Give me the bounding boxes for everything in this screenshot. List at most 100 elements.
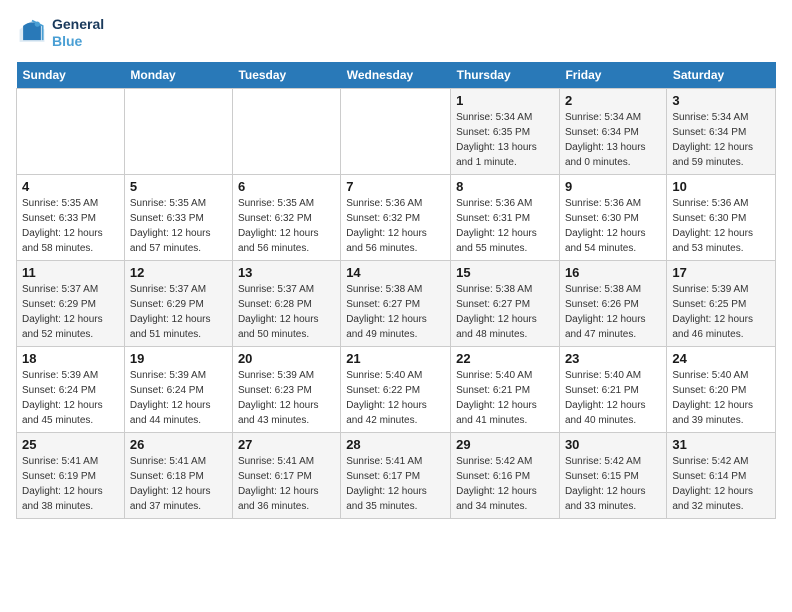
calendar-cell: 12 Sunrise: 5:37 AM Sunset: 6:29 PM Dayli… <box>124 260 232 346</box>
day-number: 26 <box>130 437 227 452</box>
calendar-cell: 11 Sunrise: 5:37 AM Sunset: 6:29 PM Dayli… <box>17 260 125 346</box>
day-number: 23 <box>565 351 661 366</box>
calendar-week-4: 18 Sunrise: 5:39 AM Sunset: 6:24 PM Dayli… <box>17 346 776 432</box>
calendar-cell: 3 Sunrise: 5:34 AM Sunset: 6:34 PM Daylig… <box>667 88 776 174</box>
calendar-cell: 31 Sunrise: 5:42 AM Sunset: 6:14 PM Dayli… <box>667 432 776 518</box>
calendar-cell <box>124 88 232 174</box>
calendar-cell: 21 Sunrise: 5:40 AM Sunset: 6:22 PM Dayli… <box>341 346 451 432</box>
day-number: 19 <box>130 351 227 366</box>
day-info: Sunrise: 5:41 AM Sunset: 6:18 PM Dayligh… <box>130 454 227 514</box>
day-info: Sunrise: 5:42 AM Sunset: 6:16 PM Dayligh… <box>456 454 554 514</box>
calendar-cell: 5Sunrise: 5:35 AM Sunset: 6:33 PM Daylig… <box>124 174 232 260</box>
day-number: 16 <box>565 265 661 280</box>
day-number: 11 <box>22 265 119 280</box>
calendar-cell: 22 Sunrise: 5:40 AM Sunset: 6:21 PM Dayli… <box>451 346 560 432</box>
day-info: Sunrise: 5:42 AM Sunset: 6:15 PM Dayligh… <box>565 454 661 514</box>
day-info: Sunrise: 5:39 AM Sunset: 6:24 PM Dayligh… <box>22 368 119 428</box>
day-header-thursday: Thursday <box>451 62 560 89</box>
calendar-cell: 23 Sunrise: 5:40 AM Sunset: 6:21 PM Dayli… <box>559 346 666 432</box>
day-number: 10 <box>672 179 770 194</box>
calendar-cell: 2Sunrise: 5:34 AM Sunset: 6:34 PM Daylig… <box>559 88 666 174</box>
calendar-cell <box>341 88 451 174</box>
calendar-week-1: 1 Sunrise: 5:34 AM Sunset: 6:35 PM Daylig… <box>17 88 776 174</box>
day-header-monday: Monday <box>124 62 232 89</box>
calendar-cell: 27 Sunrise: 5:41 AM Sunset: 6:17 PM Dayli… <box>232 432 340 518</box>
day-number: 1 <box>456 93 554 108</box>
calendar-week-2: 4Sunrise: 5:35 AM Sunset: 6:33 PM Daylig… <box>17 174 776 260</box>
calendar-table: SundayMondayTuesdayWednesdayThursdayFrid… <box>16 62 776 519</box>
day-info: Sunrise: 5:39 AM Sunset: 6:24 PM Dayligh… <box>130 368 227 428</box>
day-info: Sunrise: 5:37 AM Sunset: 6:29 PM Dayligh… <box>130 282 227 342</box>
day-number: 9 <box>565 179 661 194</box>
calendar-cell: 8 Sunrise: 5:36 AM Sunset: 6:31 PM Daylig… <box>451 174 560 260</box>
day-number: 14 <box>346 265 445 280</box>
logo-icon <box>16 17 48 49</box>
day-number: 6 <box>238 179 335 194</box>
calendar-cell: 13 Sunrise: 5:37 AM Sunset: 6:28 PM Dayli… <box>232 260 340 346</box>
day-number: 18 <box>22 351 119 366</box>
day-number: 24 <box>672 351 770 366</box>
calendar-week-5: 25Sunrise: 5:41 AM Sunset: 6:19 PM Dayli… <box>17 432 776 518</box>
day-info: Sunrise: 5:37 AM Sunset: 6:28 PM Dayligh… <box>238 282 335 342</box>
day-info: Sunrise: 5:38 AM Sunset: 6:26 PM Dayligh… <box>565 282 661 342</box>
day-number: 13 <box>238 265 335 280</box>
calendar-cell: 24 Sunrise: 5:40 AM Sunset: 6:20 PM Dayli… <box>667 346 776 432</box>
calendar-cell: 18 Sunrise: 5:39 AM Sunset: 6:24 PM Dayli… <box>17 346 125 432</box>
day-number: 4 <box>22 179 119 194</box>
day-number: 3 <box>672 93 770 108</box>
day-info: Sunrise: 5:40 AM Sunset: 6:21 PM Dayligh… <box>565 368 661 428</box>
day-info: Sunrise: 5:41 AM Sunset: 6:19 PM Dayligh… <box>22 454 119 514</box>
day-number: 17 <box>672 265 770 280</box>
day-info: Sunrise: 5:39 AM Sunset: 6:23 PM Dayligh… <box>238 368 335 428</box>
calendar-cell: 19 Sunrise: 5:39 AM Sunset: 6:24 PM Dayli… <box>124 346 232 432</box>
day-number: 20 <box>238 351 335 366</box>
calendar-cell: 15Sunrise: 5:38 AM Sunset: 6:27 PM Dayli… <box>451 260 560 346</box>
calendar-body: 1 Sunrise: 5:34 AM Sunset: 6:35 PM Daylig… <box>17 88 776 518</box>
calendar-cell: 14Sunrise: 5:38 AM Sunset: 6:27 PM Dayli… <box>341 260 451 346</box>
day-info: Sunrise: 5:34 AM Sunset: 6:34 PM Dayligh… <box>672 110 770 170</box>
calendar-cell: 10 Sunrise: 5:36 AM Sunset: 6:30 PM Dayli… <box>667 174 776 260</box>
day-info: Sunrise: 5:42 AM Sunset: 6:14 PM Dayligh… <box>672 454 770 514</box>
day-number: 5 <box>130 179 227 194</box>
day-number: 8 <box>456 179 554 194</box>
day-number: 22 <box>456 351 554 366</box>
calendar-cell: 26 Sunrise: 5:41 AM Sunset: 6:18 PM Dayli… <box>124 432 232 518</box>
day-info: Sunrise: 5:36 AM Sunset: 6:31 PM Dayligh… <box>456 196 554 256</box>
day-header-sunday: Sunday <box>17 62 125 89</box>
day-info: Sunrise: 5:34 AM Sunset: 6:35 PM Dayligh… <box>456 110 554 170</box>
day-info: Sunrise: 5:36 AM Sunset: 6:30 PM Dayligh… <box>565 196 661 256</box>
calendar-cell: 28 Sunrise: 5:41 AM Sunset: 6:17 PM Dayli… <box>341 432 451 518</box>
day-info: Sunrise: 5:37 AM Sunset: 6:29 PM Dayligh… <box>22 282 119 342</box>
day-header-tuesday: Tuesday <box>232 62 340 89</box>
day-number: 30 <box>565 437 661 452</box>
day-info: Sunrise: 5:38 AM Sunset: 6:27 PM Dayligh… <box>456 282 554 342</box>
day-info: Sunrise: 5:41 AM Sunset: 6:17 PM Dayligh… <box>346 454 445 514</box>
page-header: General Blue <box>16 16 776 50</box>
calendar-cell <box>232 88 340 174</box>
calendar-cell: 20 Sunrise: 5:39 AM Sunset: 6:23 PM Dayli… <box>232 346 340 432</box>
day-info: Sunrise: 5:36 AM Sunset: 6:30 PM Dayligh… <box>672 196 770 256</box>
day-info: Sunrise: 5:35 AM Sunset: 6:32 PM Dayligh… <box>238 196 335 256</box>
day-info: Sunrise: 5:40 AM Sunset: 6:21 PM Dayligh… <box>456 368 554 428</box>
calendar-cell: 30 Sunrise: 5:42 AM Sunset: 6:15 PM Dayli… <box>559 432 666 518</box>
calendar-week-3: 11 Sunrise: 5:37 AM Sunset: 6:29 PM Dayli… <box>17 260 776 346</box>
calendar-cell <box>17 88 125 174</box>
day-info: Sunrise: 5:40 AM Sunset: 6:22 PM Dayligh… <box>346 368 445 428</box>
calendar-cell: 16 Sunrise: 5:38 AM Sunset: 6:26 PM Dayli… <box>559 260 666 346</box>
calendar-cell: 7Sunrise: 5:36 AM Sunset: 6:32 PM Daylig… <box>341 174 451 260</box>
day-number: 29 <box>456 437 554 452</box>
day-info: Sunrise: 5:34 AM Sunset: 6:34 PM Dayligh… <box>565 110 661 170</box>
day-number: 31 <box>672 437 770 452</box>
day-header-friday: Friday <box>559 62 666 89</box>
day-number: 28 <box>346 437 445 452</box>
day-info: Sunrise: 5:41 AM Sunset: 6:17 PM Dayligh… <box>238 454 335 514</box>
day-info: Sunrise: 5:39 AM Sunset: 6:25 PM Dayligh… <box>672 282 770 342</box>
day-number: 12 <box>130 265 227 280</box>
calendar-cell: 17 Sunrise: 5:39 AM Sunset: 6:25 PM Dayli… <box>667 260 776 346</box>
day-info: Sunrise: 5:40 AM Sunset: 6:20 PM Dayligh… <box>672 368 770 428</box>
day-header-wednesday: Wednesday <box>341 62 451 89</box>
day-number: 27 <box>238 437 335 452</box>
day-number: 21 <box>346 351 445 366</box>
calendar-cell: 25Sunrise: 5:41 AM Sunset: 6:19 PM Dayli… <box>17 432 125 518</box>
logo-text: General Blue <box>52 16 104 50</box>
